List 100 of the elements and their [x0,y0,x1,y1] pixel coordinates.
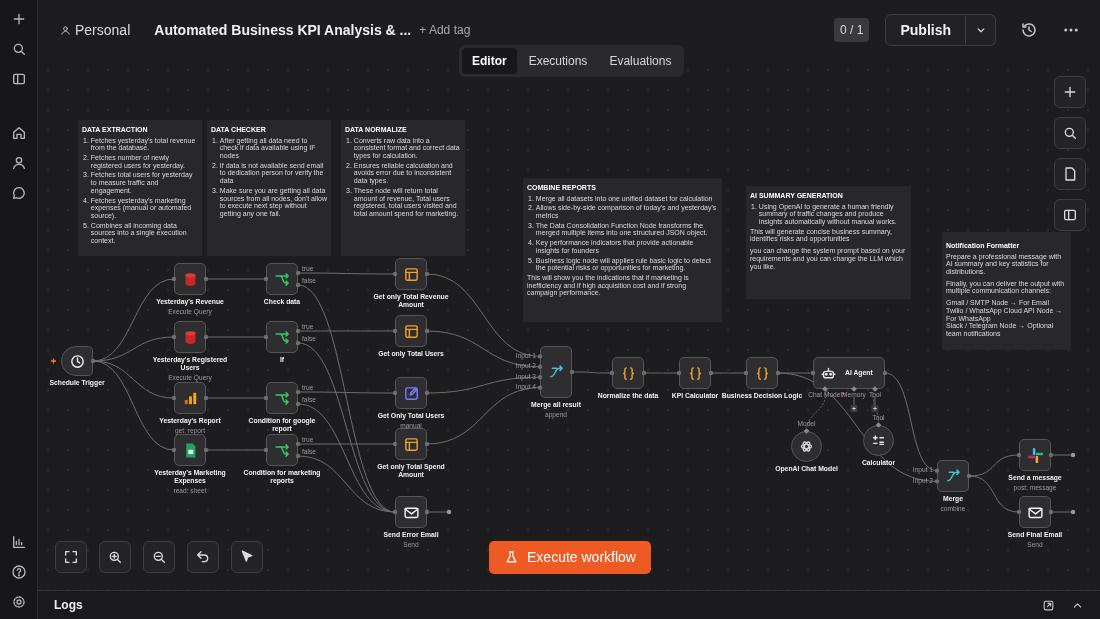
connection-port[interactable] [1048,452,1054,458]
add-tag-link[interactable]: + Add tag [419,21,471,39]
connection-port[interactable] [171,395,177,401]
workflow-node[interactable] [937,460,969,492]
connection-port[interactable] [743,370,749,376]
workflow-node[interactable] [174,434,206,466]
connection-port[interactable] [966,473,972,479]
settings-icon[interactable] [10,594,27,610]
connection-port[interactable] [263,276,269,282]
tidy-up-button[interactable] [231,541,263,573]
zoom-out-button[interactable] [143,541,175,573]
undo-button[interactable] [187,541,219,573]
connection-port[interactable] [803,428,810,434]
connection-port[interactable] [424,328,430,334]
workflow-node[interactable] [746,357,778,389]
connection-port[interactable] [203,334,209,340]
workflow-node[interactable] [266,382,298,414]
connection-port[interactable] [872,386,878,392]
connection-port[interactable] [392,328,398,334]
tab[interactable]: Editor [462,48,517,74]
workflow-node[interactable] [863,425,894,456]
workflow-node[interactable] [266,321,298,353]
history-icon[interactable] [1020,21,1038,39]
connection-port[interactable] [775,370,781,376]
publish-button[interactable]: Publish [885,14,966,46]
chat-icon[interactable] [10,185,27,201]
connection-port[interactable] [569,369,575,375]
add-subnode-button[interactable] [871,405,879,412]
connection-line [205,336,267,338]
sidebar-toggle-icon[interactable] [10,71,27,87]
workflow-node[interactable] [1019,496,1051,528]
workflow-node[interactable] [540,346,572,398]
workflow-node[interactable] [174,263,206,295]
connection-port[interactable] [424,390,430,396]
connection-port[interactable] [203,447,209,453]
connection-port[interactable] [392,509,398,515]
sticky-note[interactable] [942,232,1071,350]
connection-port[interactable] [263,395,269,401]
workflow-node[interactable] [174,382,206,414]
zoom-in-button[interactable] [99,541,131,573]
workflow-node[interactable] [679,357,711,389]
workflow-node[interactable] [266,263,298,295]
connection-port[interactable] [641,370,647,376]
workflow-node[interactable] [395,428,427,460]
workflow-node[interactable] [266,434,298,466]
tab[interactable]: Evaluations [599,48,682,74]
workflow-node[interactable] [612,357,644,389]
user-icon[interactable] [10,155,27,171]
workflow-node[interactable] [395,496,427,528]
connection-port[interactable] [392,390,398,396]
workflow-node[interactable] [174,321,206,353]
workflow-node[interactable] [395,377,427,409]
connection-port[interactable] [392,441,398,447]
add-node-button[interactable] [1054,76,1086,108]
workflow-node[interactable] [791,431,822,462]
connection-port[interactable] [882,370,888,376]
workflow-node[interactable] [1019,439,1051,471]
connection-port[interactable] [392,271,398,277]
plus-icon [1062,84,1078,100]
connection-port[interactable] [424,271,430,277]
sticky-note-button[interactable] [1054,158,1086,190]
connection-port[interactable] [90,358,96,364]
add-subnode-button[interactable] [850,405,858,412]
workflow-title[interactable]: Automated Business KPI Analysis & ... [154,19,412,41]
connection-port[interactable] [203,395,209,401]
add-connection-handle[interactable] [1052,509,1076,515]
connection-port[interactable] [851,386,857,392]
workflow-node[interactable] [395,258,427,290]
connection-port[interactable] [609,370,615,376]
connection-port[interactable] [263,334,269,340]
connection-port[interactable] [708,370,714,376]
home-icon[interactable] [10,125,27,141]
connection-port[interactable] [1016,509,1022,515]
connection-port[interactable] [424,509,430,515]
search-button[interactable] [1054,117,1086,149]
logs-title[interactable]: Logs [54,596,83,614]
connection-port[interactable] [875,422,882,428]
panel-toggle-button[interactable] [1054,199,1086,231]
workflow-node[interactable] [61,346,93,376]
add-connection-handle[interactable] [1052,452,1076,458]
connection-port[interactable] [171,276,177,282]
popout-icon[interactable] [1042,598,1055,612]
tab[interactable]: Executions [518,48,598,74]
project-link[interactable]: Personal [75,19,131,41]
connection-port[interactable] [171,447,177,453]
add-connection-handle[interactable] [428,509,452,515]
connection-port[interactable] [263,447,269,453]
workflow-node[interactable] [395,315,427,347]
connection-port[interactable] [810,370,816,376]
fit-view-button[interactable] [55,541,87,573]
connection-port[interactable] [171,334,177,340]
connection-port[interactable] [676,370,682,376]
connection-port[interactable] [1016,452,1022,458]
connection-port[interactable] [203,276,209,282]
help-icon[interactable] [10,564,27,580]
branch-icon [273,328,291,346]
connection-port[interactable] [822,386,828,392]
chart-icon[interactable] [10,534,27,550]
connection-port[interactable] [1048,509,1054,515]
connection-port[interactable] [424,441,430,447]
